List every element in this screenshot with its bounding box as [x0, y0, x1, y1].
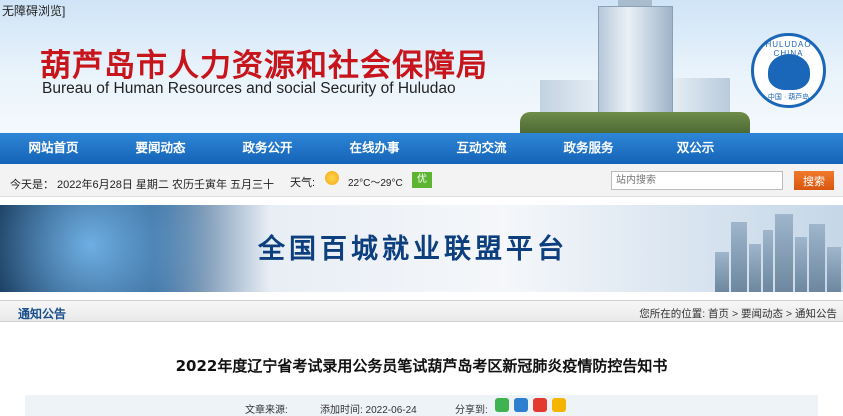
skyline-building — [763, 230, 773, 292]
skyline-building — [827, 247, 841, 292]
nav-interaction[interactable]: 互动交流 — [428, 133, 535, 164]
current-date: 今天是： 2022年6月28日 星期二 农历壬寅年 五月三十 — [10, 179, 275, 191]
article-date: 添加时间: 2022-06-24 — [320, 405, 417, 416]
accessibility-link[interactable]: 无障碍浏览] — [2, 2, 65, 19]
trees-image — [520, 112, 750, 133]
article-title: 2022年度辽宁省考试录用公务员笔试葫芦岛考区新冠肺炎疫情防控告知书 — [175, 357, 668, 375]
search-input[interactable] — [611, 171, 783, 190]
nav-double-publicity[interactable]: 双公示 — [642, 133, 749, 164]
site-title-cn: 葫芦岛市人力资源和社会保障局 — [40, 48, 488, 84]
air-quality-badge: 优 — [412, 172, 432, 188]
banner-title: 全国百城就业联盟平台 — [258, 234, 568, 265]
nav-home[interactable]: 网站首页 — [0, 133, 107, 164]
nav-gov-affairs[interactable]: 政务公开 — [214, 133, 321, 164]
nav-online-services[interactable]: 在线办事 — [321, 133, 428, 164]
skyline-building — [809, 224, 825, 292]
skyline-building — [749, 244, 761, 292]
article-source: 文章来源: — [245, 405, 288, 416]
logo-text-bottom: 中国 · 葫芦岛 — [767, 94, 810, 101]
qq-share-icon[interactable] — [514, 398, 528, 412]
breadcrumb[interactable]: 您所在的位置: 首页 > 要闻动态 > 通知公告 — [639, 306, 837, 321]
logo-emblem-icon — [768, 54, 810, 90]
qzone-share-icon[interactable] — [552, 398, 566, 412]
info-bar: 今天是： 2022年6月28日 星期二 农历壬寅年 五月三十 天气: 22°C～… — [0, 164, 843, 197]
banner-decoration — [0, 205, 260, 292]
share-label: 分享到: — [455, 405, 488, 416]
breadcrumb-bar: 通知公告 您所在的位置: 首页 > 要闻动态 > 通知公告 — [0, 300, 843, 322]
nav-gov-services[interactable]: 政务服务 — [535, 133, 642, 164]
skyline-building — [775, 214, 793, 292]
nav-news[interactable]: 要闻动态 — [107, 133, 214, 164]
main-nav: 网站首页 要闻动态 政务公开 在线办事 互动交流 政务服务 双公示 — [0, 133, 843, 164]
weather-label: 天气: — [290, 177, 316, 189]
temperature: 22°C～29°C — [348, 178, 403, 189]
skyline-building — [731, 222, 747, 292]
employment-alliance-banner[interactable]: 全国百城就业联盟平台 — [0, 205, 843, 292]
weibo-share-icon[interactable] — [533, 398, 547, 412]
skyline-building — [795, 237, 807, 292]
huludao-logo: HULUDAO CHINA 中国 · 葫芦岛 — [751, 33, 826, 108]
wechat-share-icon[interactable] — [495, 398, 509, 412]
site-header: 无障碍浏览] 葫芦岛市人力资源和社会保障局 Bureau of Human Re… — [0, 0, 843, 133]
sunny-weather-icon — [325, 171, 339, 185]
search-button[interactable]: 搜索 — [794, 171, 834, 190]
skyline-building — [715, 252, 729, 292]
site-title-en: Bureau of Human Resources and social Sec… — [42, 80, 456, 97]
article-meta: 文章来源: 添加时间: 2022-06-24 分享到: — [25, 395, 818, 416]
section-title: 通知公告 — [18, 307, 67, 321]
